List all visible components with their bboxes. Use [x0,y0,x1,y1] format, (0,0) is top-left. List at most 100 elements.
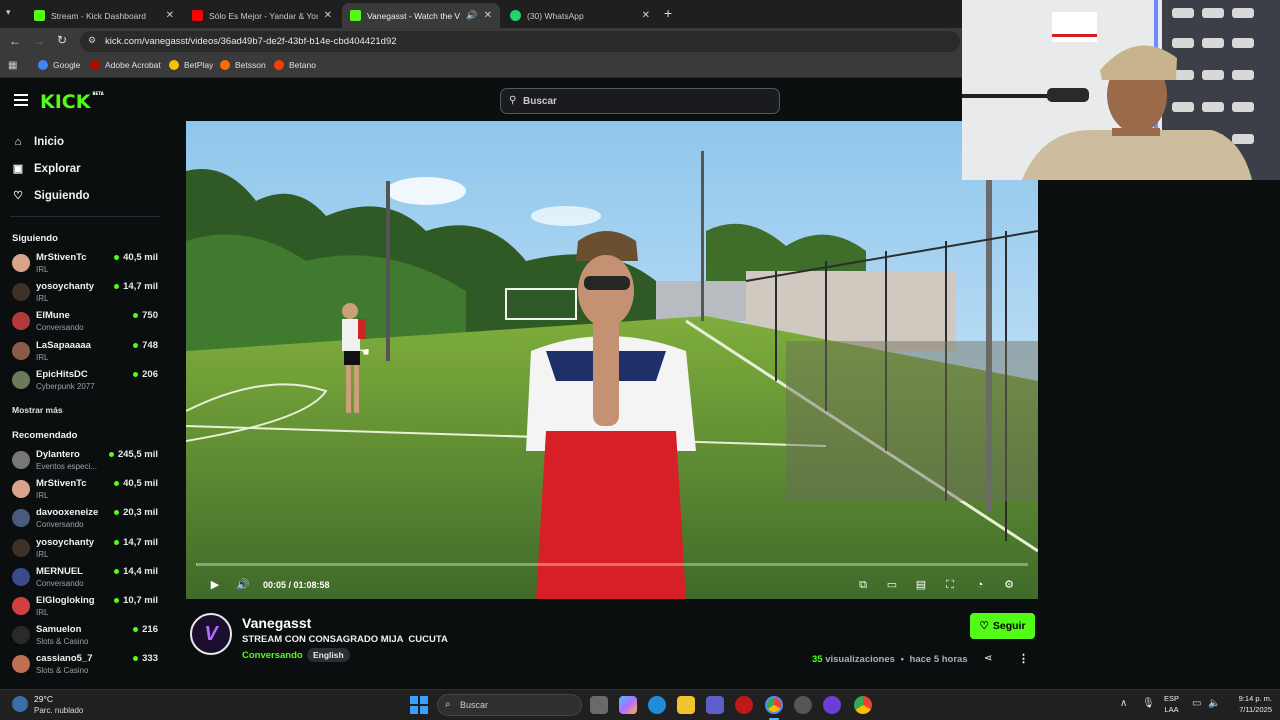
clock[interactable]: 9:14 p. m. 7/11/2025 [1222,693,1272,715]
app-circle-icon[interactable] [823,696,841,714]
channel-row[interactable]: LaSapaaaaa IRL 748 [12,340,162,368]
channel-row[interactable]: MrStivenTc IRL 40,5 mil [12,252,162,280]
miniplayer-icon[interactable]: ⧉ [856,578,870,592]
new-tab-button[interactable]: + [664,5,672,21]
viewer-count: 245,5 mil [108,449,158,460]
kick-favicon-icon [34,10,45,21]
fullscreen-icon[interactable]: ⛶ [943,578,957,592]
tab-whatsapp[interactable]: (30) WhatsApp ✕ [502,3,658,28]
weather-temp: 29°C [34,694,53,704]
theater-icon[interactable]: ▭ [885,578,899,592]
webcam-frame [962,0,1280,180]
viewer-count: 333 [133,653,158,664]
close-tab-icon[interactable]: ✕ [166,10,174,21]
app-gamepad-icon[interactable] [794,696,812,714]
task-view-icon[interactable] [590,696,608,714]
search-input[interactable]: ⚲ Buscar [500,88,780,114]
bookmark-betsson[interactable]: Betsson [220,60,266,70]
channel-row[interactable]: ElMune Conversando 750 [12,310,162,338]
url-field[interactable]: ⚙ kick.com/vanegasst/videos/36ad49b7-de2… [80,31,960,52]
nav-inicio[interactable]: ⌂ Inicio [12,136,64,148]
live-dot-icon [133,342,139,348]
captions-icon[interactable]: ▤ [914,578,928,592]
reload-icon[interactable]: ↻ [57,33,67,47]
published-ago: hace 5 horas [909,654,968,665]
file-explorer-icon[interactable] [677,696,695,714]
channel-category: IRL [36,549,49,559]
bookmark-adobe-acrobat[interactable]: Adobe Acrobat [90,60,161,70]
stream-title: STREAM CON CONSAGRADO MIJA CUCUTA [242,634,448,645]
bookmark-google[interactable]: Google [38,60,80,70]
channel-row[interactable]: yosoychanty IRL 14,7 mil [12,537,162,565]
edge-icon[interactable] [648,696,666,714]
heart-icon: ♡ [13,190,23,202]
microphone-icon[interactable]: 🎙 [1142,698,1155,709]
chrome-icon[interactable] [765,696,783,714]
start-button[interactable] [410,696,428,714]
close-tab-icon[interactable]: ✕ [324,10,332,21]
show-more-link[interactable]: Mostrar más [12,405,63,415]
channel-row[interactable]: yosoychanty IRL 14,7 mil [12,281,162,309]
category-link[interactable]: Conversando [242,650,303,661]
taskbar-search[interactable]: ⌕ Buscar [437,694,582,716]
tab-kick-dashboard[interactable]: Stream - Kick Dashboard ✕ [26,3,182,28]
channel-info: V Vanegasst STREAM CON CONSAGRADO MIJA C… [186,600,1052,690]
bookmark-betano[interactable]: Betano [274,60,316,70]
network-icon[interactable]: ▭ [1192,698,1201,709]
seek-bar[interactable] [196,563,1028,566]
channel-row[interactable]: Samuelon Slots & Casino 216 [12,624,162,652]
volume-icon[interactable]: 🔊 [236,578,250,592]
channel-row[interactable]: davooxeneize Conversando 20,3 mil [12,507,162,535]
clip-icon[interactable]: ◔ [973,578,987,592]
copilot-icon[interactable] [619,696,637,714]
more-options-icon[interactable]: ⋮ [1018,652,1029,665]
apps-grid-icon[interactable]: ▦ [8,60,17,71]
audio-playing-icon[interactable]: 🔊 [466,10,477,21]
following-title: Siguiendo [12,233,58,244]
settings-gear-icon[interactable]: ⚙ [1002,578,1016,592]
menu-icon[interactable] [14,94,28,106]
kick-favicon-icon [350,10,361,21]
channel-name: ElMune [36,310,70,322]
channel-category: Conversando [36,520,84,530]
channel-row[interactable]: Dylantero Eventos especi... 245,5 mil [12,449,162,477]
nav-siguiendo[interactable]: ♡ Siguiendo [12,190,90,202]
play-button[interactable]: ▶ [208,578,222,592]
tab-vanegasst-vod[interactable]: Vanegasst - Watch the VOD 🔊 ✕ [342,3,500,28]
teams-icon[interactable] [706,696,724,714]
tab-youtube[interactable]: Sólo Es Mejor - Yandar & Yostin ✕ [184,3,340,28]
site-info-icon[interactable]: ⚙ [88,35,96,46]
close-tab-icon[interactable]: ✕ [642,10,650,21]
kick-logo[interactable]: KICK BETA [40,91,104,113]
channel-avatar [12,597,30,615]
language-tag[interactable]: English [307,648,350,662]
app-red-icon[interactable] [735,696,753,714]
language-indicator[interactable]: ESP LAA [1164,693,1179,715]
channel-row[interactable]: MERNUEL Conversando 14,4 mil [12,566,162,594]
close-tab-icon[interactable]: ✕ [484,10,492,21]
nav-explorar[interactable]: ▣ Explorar [12,163,81,175]
weather-icon[interactable] [12,696,28,712]
show-hidden-icons-chevron[interactable]: ∧ [1120,698,1127,709]
channel-avatar [12,283,30,302]
channel-row[interactable]: MrStivenTc IRL 40,5 mil [12,478,162,506]
bookmark-betplay[interactable]: BetPlay [169,60,213,70]
tab-search-chevron-icon[interactable]: ▾ [6,7,18,19]
follow-button[interactable]: ♡ Seguir [970,613,1035,639]
channel-row[interactable]: cassiano5_7 Slots & Casino 333 [12,653,162,681]
video-player[interactable]: ☚ [186,121,1038,599]
channel-row[interactable]: EpicHitsDC Cyberpunk 2077 206 [12,369,162,397]
channel-category: IRL [36,491,49,501]
channel-category: IRL [36,352,49,362]
channel-avatar [12,626,30,645]
back-arrow-icon[interactable]: ← [9,34,21,48]
channel-row[interactable]: ElGlogloking IRL 10,7 mil [12,595,162,623]
channel-avatar[interactable]: V [190,613,232,655]
chrome-icon[interactable] [854,696,872,714]
channel-name[interactable]: Vanegasst [242,615,311,631]
channel-category: IRL [36,294,49,304]
forward-arrow-icon[interactable]: → [33,34,45,48]
speaker-icon[interactable]: 🔈 [1208,698,1220,709]
share-icon[interactable]: ⋖ [984,653,992,664]
betano-icon [274,60,284,70]
